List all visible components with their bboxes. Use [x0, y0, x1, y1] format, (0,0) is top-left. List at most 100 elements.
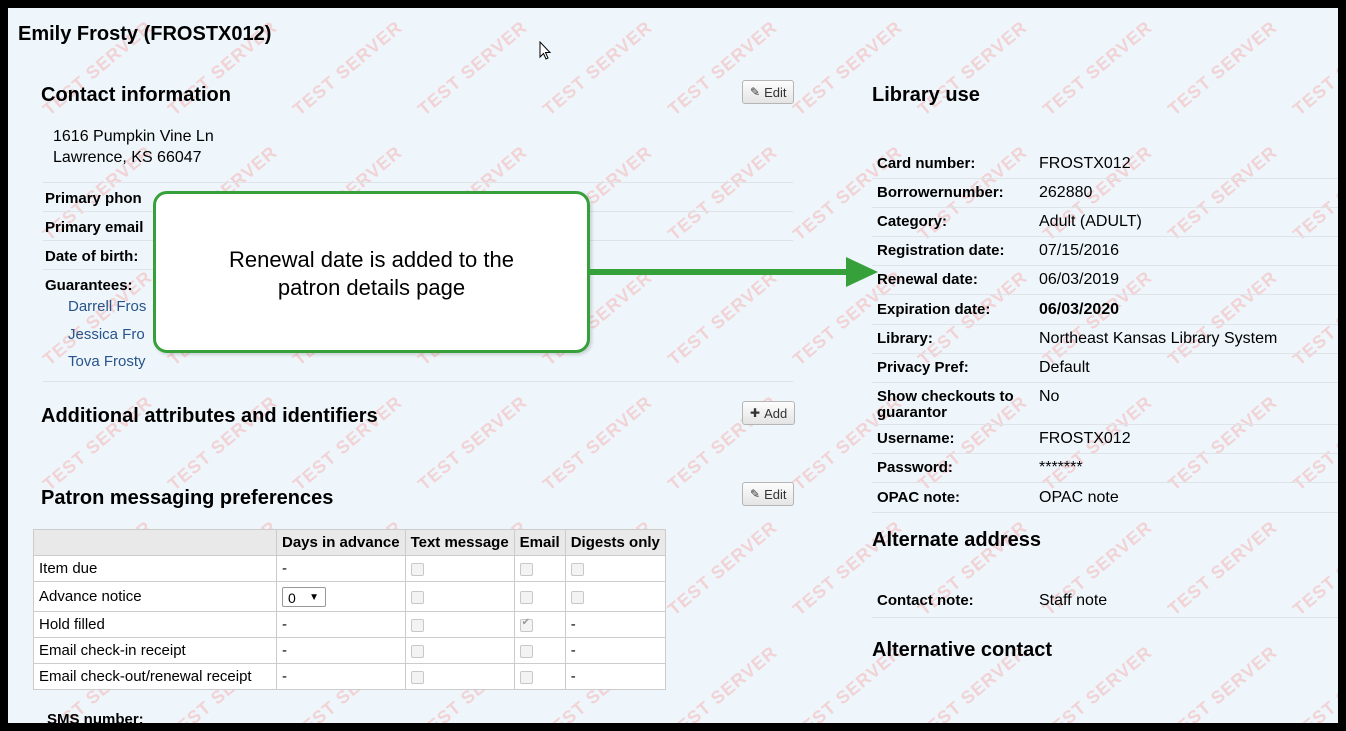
sms-checkbox[interactable] [410, 644, 424, 658]
guarantee-link-tova[interactable]: Tova Frosty [68, 353, 146, 370]
add-attribute-button[interactable]: ✚ Add [742, 401, 796, 425]
row-name: Hold filled [33, 611, 277, 638]
patron-details-page: TEST SERVER TEST SERVER TEST SERVER TEST SE… [8, 8, 1338, 723]
edit-label: Edit [764, 486, 787, 502]
email-checkbox[interactable] [519, 670, 533, 684]
field-label: Card number: [877, 155, 976, 172]
field-label: OPAC note: [877, 489, 961, 506]
contact-info-heading: Contact information [41, 84, 231, 106]
pencil-icon: ✎ [750, 85, 761, 99]
watermark-text: TEST SERVER [1039, 16, 1156, 120]
days-cell: - [276, 611, 406, 638]
digest-cell: - [564, 611, 666, 638]
address-line2: Lawrence, KS 66047 [53, 149, 202, 166]
attributes-heading: Additional attributes and identifiers [41, 405, 378, 427]
primary-phone-label: Primary phon [45, 190, 142, 207]
field-label: Renewal date: [877, 271, 978, 288]
field-value: Default [1039, 359, 1090, 376]
guarantee-link-darrell[interactable]: Darrell Fros [68, 298, 146, 315]
field-label: Borrowernumber: [877, 184, 1004, 201]
dob-label: Date of birth: [45, 248, 139, 265]
watermark-text: TEST SERVER [1289, 391, 1338, 495]
sms-checkbox[interactable] [410, 590, 424, 604]
watermark-text: TEST SERVER [1039, 641, 1156, 723]
watermark-text: TEST SERVER [1164, 16, 1281, 120]
sms-checkbox[interactable] [410, 618, 424, 632]
watermark-text: TEST SERVER [664, 641, 781, 723]
digest-checkbox[interactable] [570, 590, 584, 604]
email-checkbox[interactable] [519, 617, 533, 632]
pencil-icon: ✎ [750, 487, 761, 501]
row-name: Advance notice [33, 581, 277, 612]
watermark-text: TEST SERVER [539, 16, 656, 120]
page-title: Emily Frosty (FROSTX012) [18, 23, 272, 45]
field-value: OPAC note [1039, 489, 1119, 506]
edit-label: Edit [764, 84, 787, 100]
field-value: 07/15/2016 [1039, 242, 1120, 259]
column-header: Text message [404, 529, 515, 556]
mouse-cursor-icon [539, 41, 552, 60]
field-label: Registration date: [877, 242, 1005, 259]
edit-contact-button[interactable]: ✎ Edit [742, 80, 795, 104]
callout-text: Renewal date is added to the patron deta… [229, 247, 514, 300]
watermark-text: TEST SERVER [1289, 641, 1338, 723]
primary-email-label: Primary email [45, 219, 144, 236]
watermark-text: TEST SERVER [1164, 391, 1281, 495]
email-checkbox[interactable] [519, 644, 533, 658]
watermark-text: TEST SERVER [539, 391, 656, 495]
sms-checkbox[interactable] [410, 562, 424, 576]
messaging-table: Days in advance Text message Email Diges… [33, 529, 666, 690]
field-label: Show checkouts to guarantor [877, 388, 1014, 421]
column-header [33, 529, 277, 556]
days-cell: - [276, 663, 406, 690]
add-label: Add [764, 405, 788, 421]
watermark-text: TEST SERVER [1289, 16, 1338, 120]
select-value: 0 [288, 589, 296, 606]
field-value: No [1039, 388, 1060, 405]
watermark-text: TEST SERVER [1289, 266, 1338, 370]
field-value: 262880 [1039, 184, 1093, 201]
watermark-text: TEST SERVER [414, 16, 531, 120]
watermark-text: TEST SERVER [289, 16, 406, 120]
messaging-heading: Patron messaging preferences [41, 487, 334, 509]
digest-cell: - [564, 637, 666, 664]
edit-messaging-button[interactable]: ✎ Edit [742, 482, 795, 506]
watermark-text: TEST SERVER [1164, 641, 1281, 723]
days-cell: - [276, 637, 406, 664]
field-value: 06/03/2019 [1039, 271, 1120, 288]
row-name: Email check-in receipt [33, 637, 277, 664]
contact-note-value: Staff note [1039, 592, 1108, 609]
table-row: Hold filled - - [33, 611, 666, 638]
watermark-text: TEST SERVER [1289, 141, 1338, 245]
guarantee-link-jessica[interactable]: Jessica Fro [68, 326, 145, 343]
table-row: Item due - [33, 555, 666, 582]
field-value: FROSTX012 [1039, 430, 1131, 447]
dropdown-arrow-icon: ▼ [309, 591, 319, 603]
email-checkbox[interactable] [519, 590, 533, 604]
watermark-text: TEST SERVER [664, 141, 781, 245]
column-header: Email [513, 529, 566, 556]
watermark-text: TEST SERVER [664, 516, 781, 620]
column-header: Digests only [564, 529, 666, 556]
digest-checkbox[interactable] [570, 562, 584, 576]
table-row: Email check-out/renewal receipt - - [33, 663, 666, 690]
row-name: Email check-out/renewal receipt [33, 663, 277, 690]
arrow-icon [590, 257, 878, 287]
table-row: Advance notice 0 ▼ [33, 581, 666, 612]
library-use-heading: Library use [872, 84, 980, 106]
sms-checkbox[interactable] [410, 670, 424, 684]
guarantees-label: Guarantees: [45, 277, 133, 294]
days-in-advance-select[interactable]: 0 ▼ [282, 586, 326, 607]
field-label: Expiration date: [877, 301, 991, 318]
sms-number-label: SMS number: [47, 711, 144, 723]
field-value: Northeast Kansas Library System [1039, 330, 1278, 347]
field-value: ******* [1039, 459, 1083, 476]
field-value: 06/03/2020 [1039, 301, 1120, 318]
days-cell: - [276, 555, 406, 582]
watermark-text: TEST SERVER [1164, 266, 1281, 370]
alternative-contact-heading: Alternative contact [872, 639, 1053, 661]
field-label: Category: [877, 213, 948, 230]
address-line1: 1616 Pumpkin Vine Ln [53, 128, 214, 145]
email-checkbox[interactable] [519, 562, 533, 576]
watermark-text: TEST SERVER [414, 391, 531, 495]
